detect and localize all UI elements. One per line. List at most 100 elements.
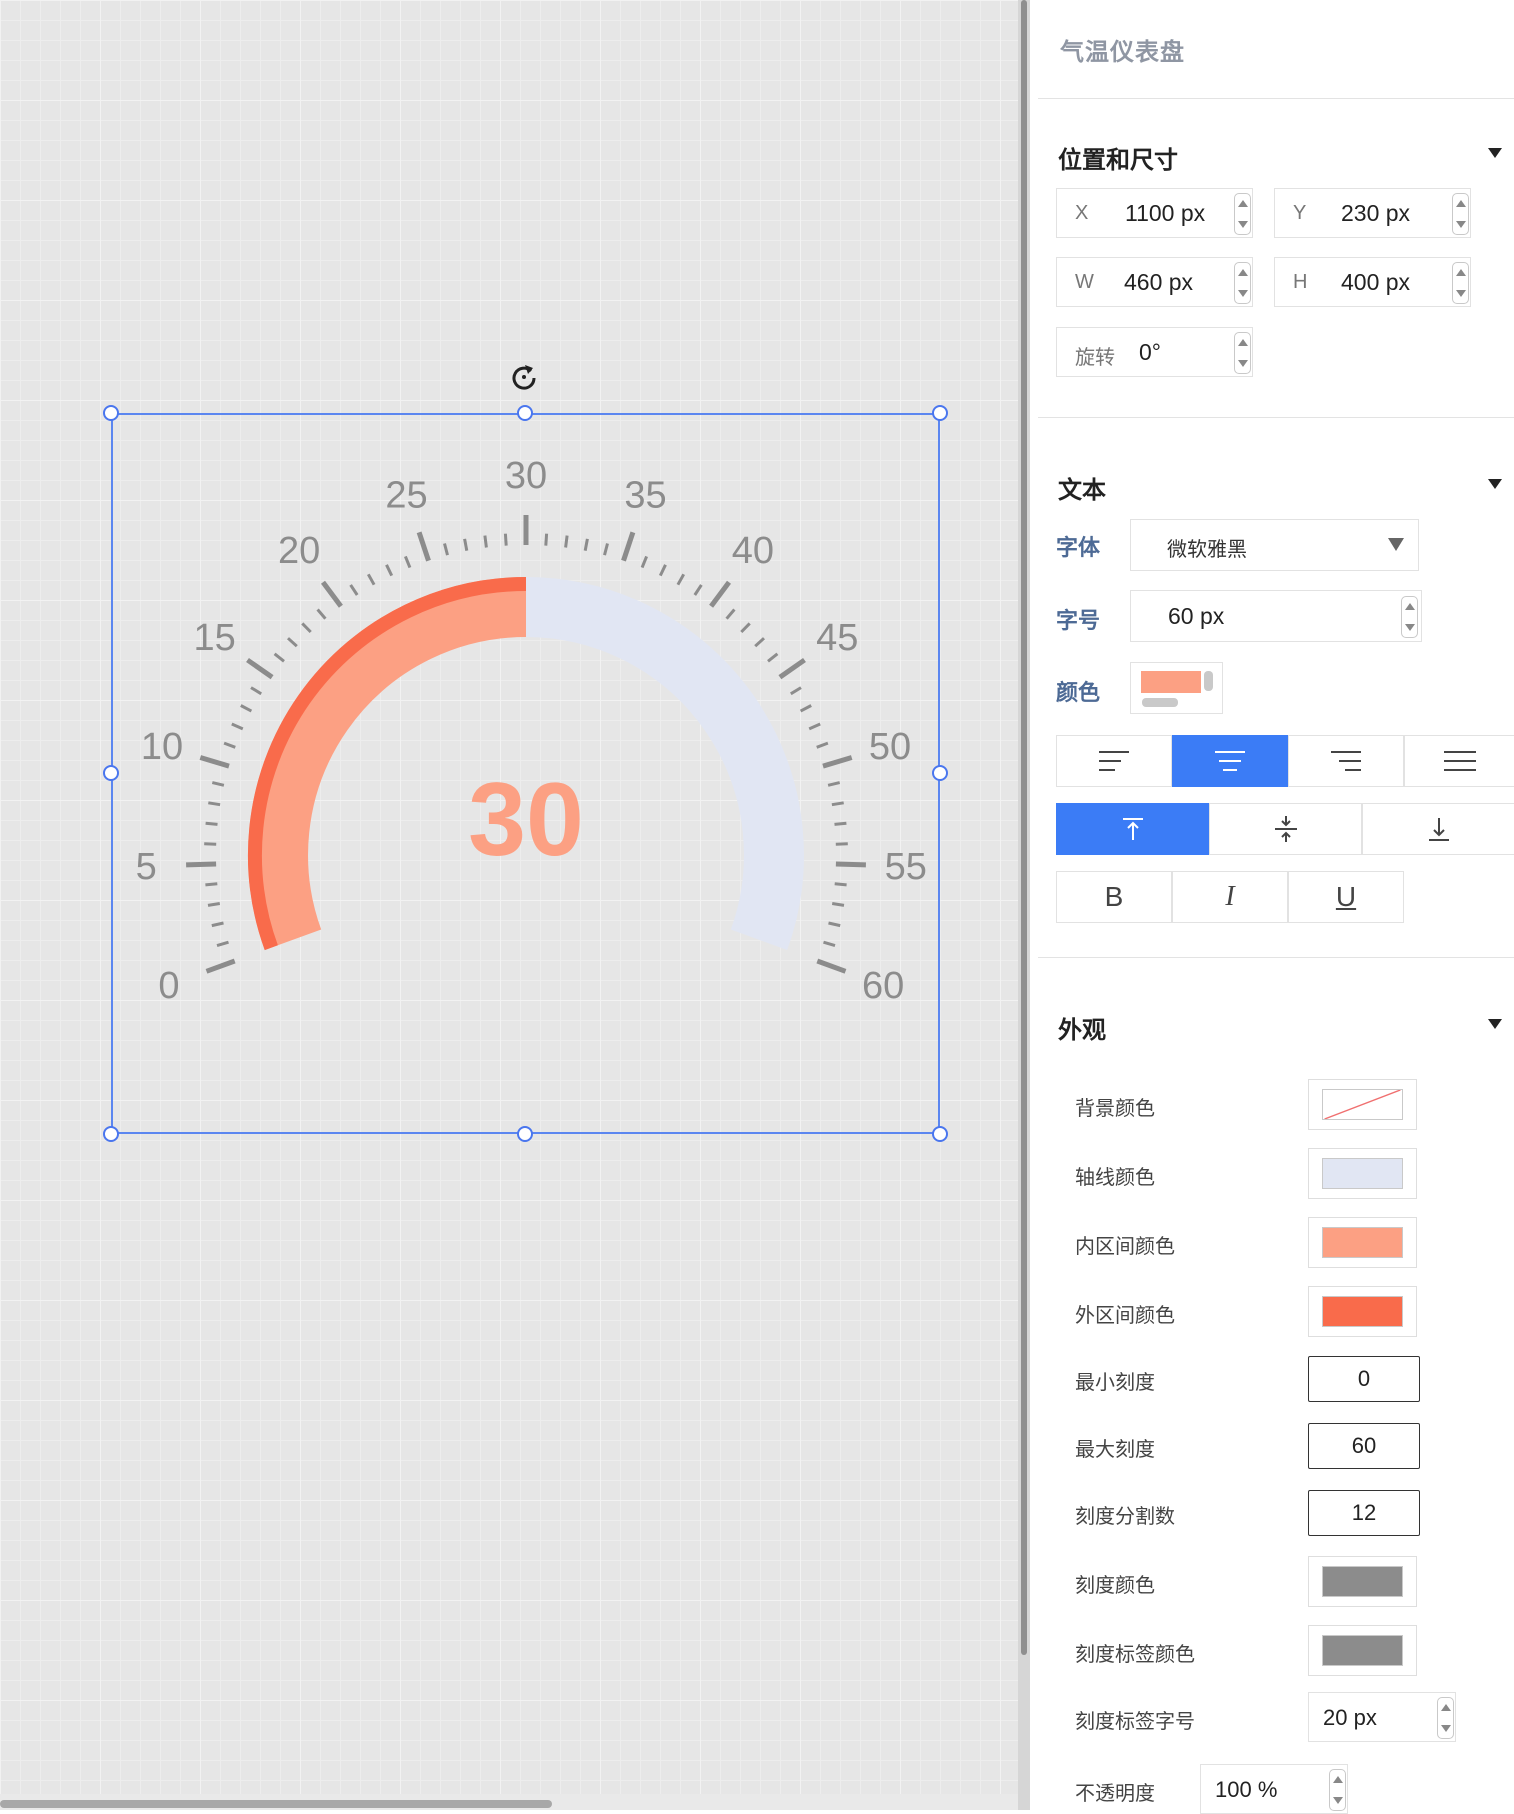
w-value[interactable]: 460 px — [1124, 269, 1193, 296]
bg-color-label: 背景颜色 — [1075, 1092, 1155, 1121]
valign-top-icon — [1118, 814, 1148, 844]
resize-handle-top-right[interactable] — [932, 405, 948, 421]
collapse-text-icon[interactable] — [1488, 479, 1502, 489]
font-value: 微软雅黑 — [1167, 533, 1247, 562]
y-value[interactable]: 230 px — [1341, 200, 1410, 227]
rotation-field[interactable]: 旋转 0° — [1056, 327, 1253, 377]
valign-bottom-button[interactable] — [1362, 803, 1514, 855]
max-scale-input[interactable]: 60 — [1308, 1423, 1420, 1469]
opacity-label: 不透明度 — [1075, 1777, 1155, 1806]
color-scroll-indicator — [1204, 671, 1213, 691]
x-stepper[interactable] — [1234, 193, 1251, 235]
tick-font-size-value[interactable]: 20 px — [1323, 1705, 1377, 1731]
font-size-field[interactable]: 60 px — [1130, 590, 1422, 642]
tick-color-swatch — [1322, 1566, 1403, 1597]
tick-label-color-label: 刻度标签颜色 — [1075, 1638, 1195, 1667]
opacity-value[interactable]: 100 % — [1215, 1777, 1277, 1803]
resize-handle-top-left[interactable] — [103, 405, 119, 421]
align-justify-icon — [1444, 751, 1476, 771]
align-right-button[interactable] — [1288, 735, 1404, 787]
opacity-field[interactable]: 100 % — [1200, 1764, 1348, 1814]
y-stepper[interactable] — [1452, 193, 1469, 235]
x-value[interactable]: 1100 px — [1125, 200, 1205, 227]
rotation-value[interactable]: 0° — [1139, 339, 1161, 366]
rotation-stepper[interactable] — [1234, 332, 1251, 374]
align-center-button[interactable] — [1172, 735, 1288, 787]
rotation-label: 旋转 — [1075, 341, 1115, 370]
valign-middle-button[interactable] — [1209, 803, 1362, 855]
tick-font-size-field[interactable]: 20 px — [1308, 1692, 1456, 1742]
min-scale-input[interactable]: 0 — [1308, 1356, 1420, 1402]
align-justify-button[interactable] — [1404, 735, 1514, 787]
vertical-scroll-thumb[interactable] — [1021, 0, 1027, 1655]
resize-handle-top[interactable] — [517, 405, 533, 421]
tick-color-label: 刻度颜色 — [1075, 1569, 1155, 1598]
underline-button[interactable]: U — [1288, 871, 1404, 923]
align-right-icon — [1331, 751, 1361, 771]
selection-box[interactable] — [111, 413, 940, 1134]
divisions-label: 刻度分割数 — [1075, 1500, 1175, 1529]
text-style-group: B I U — [1056, 871, 1404, 923]
tick-font-size-stepper[interactable] — [1437, 1697, 1454, 1739]
align-left-button[interactable] — [1056, 735, 1172, 787]
axis-color-label: 轴线颜色 — [1075, 1161, 1155, 1190]
outer-color-picker[interactable] — [1308, 1286, 1417, 1337]
h-label: H — [1293, 271, 1307, 294]
properties-panel: 气温仪表盘 位置和尺寸 X 1100 px Y 230 px W 460 px … — [1038, 0, 1514, 1810]
bg-color-picker[interactable] — [1308, 1079, 1417, 1130]
tick-label-color-picker[interactable] — [1308, 1625, 1417, 1676]
align-center-icon — [1215, 751, 1245, 771]
text-color-swatch — [1141, 671, 1201, 693]
h-value[interactable]: 400 px — [1341, 269, 1410, 296]
resize-handle-bottom-left[interactable] — [103, 1126, 119, 1142]
dropdown-arrow-icon — [1388, 538, 1404, 551]
component-title: 气温仪表盘 — [1060, 32, 1185, 67]
valign-middle-icon — [1271, 814, 1301, 844]
design-canvas[interactable]: 05101520253035404550556030 — [0, 0, 1018, 1810]
x-label: X — [1075, 202, 1088, 225]
font-select[interactable]: 微软雅黑 — [1130, 519, 1419, 571]
divisions-input[interactable]: 12 — [1308, 1490, 1420, 1536]
w-stepper[interactable] — [1234, 262, 1251, 304]
collapse-position-icon[interactable] — [1488, 148, 1502, 158]
resize-handle-bottom-right[interactable] — [932, 1126, 948, 1142]
rotate-icon[interactable] — [509, 361, 539, 391]
text-color-picker[interactable] — [1130, 662, 1223, 714]
horizontal-scroll-thumb[interactable] — [0, 1800, 552, 1808]
tick-color-picker[interactable] — [1308, 1556, 1417, 1607]
font-size-label: 字号 — [1056, 603, 1100, 635]
collapse-appearance-icon[interactable] — [1488, 1019, 1502, 1029]
valign-bottom-icon — [1424, 814, 1454, 844]
section-title-appearance: 外观 — [1058, 1010, 1106, 1045]
font-size-stepper[interactable] — [1401, 596, 1418, 638]
tick-font-size-label: 刻度标签字号 — [1075, 1705, 1195, 1734]
axis-color-swatch — [1322, 1158, 1403, 1189]
opacity-stepper[interactable] — [1329, 1769, 1346, 1811]
horizontal-scrollbar[interactable] — [0, 1794, 1018, 1810]
axis-color-picker[interactable] — [1308, 1148, 1417, 1199]
resize-handle-bottom[interactable] — [517, 1126, 533, 1142]
section-title-text: 文本 — [1058, 470, 1106, 505]
w-label: W — [1075, 271, 1094, 294]
bold-icon: B — [1105, 881, 1124, 913]
italic-icon: I — [1225, 881, 1234, 913]
vertical-scrollbar[interactable] — [1018, 0, 1030, 1810]
outer-color-label: 外区间颜色 — [1075, 1299, 1175, 1328]
y-field[interactable]: Y 230 px — [1274, 188, 1471, 238]
resize-handle-left[interactable] — [103, 765, 119, 781]
divider — [1038, 957, 1514, 958]
w-field[interactable]: W 460 px — [1056, 257, 1253, 307]
valign-top-button[interactable] — [1056, 803, 1209, 855]
divider — [1038, 417, 1514, 418]
vertical-align-group — [1056, 803, 1514, 855]
h-stepper[interactable] — [1452, 262, 1469, 304]
font-label: 字体 — [1056, 530, 1100, 562]
resize-handle-right[interactable] — [932, 765, 948, 781]
italic-button[interactable]: I — [1172, 871, 1288, 923]
h-field[interactable]: H 400 px — [1274, 257, 1471, 307]
font-size-value[interactable]: 60 px — [1168, 603, 1224, 630]
bold-button[interactable]: B — [1056, 871, 1172, 923]
x-field[interactable]: X 1100 px — [1056, 188, 1253, 238]
inner-color-picker[interactable] — [1308, 1217, 1417, 1268]
max-scale-label: 最大刻度 — [1075, 1433, 1155, 1462]
